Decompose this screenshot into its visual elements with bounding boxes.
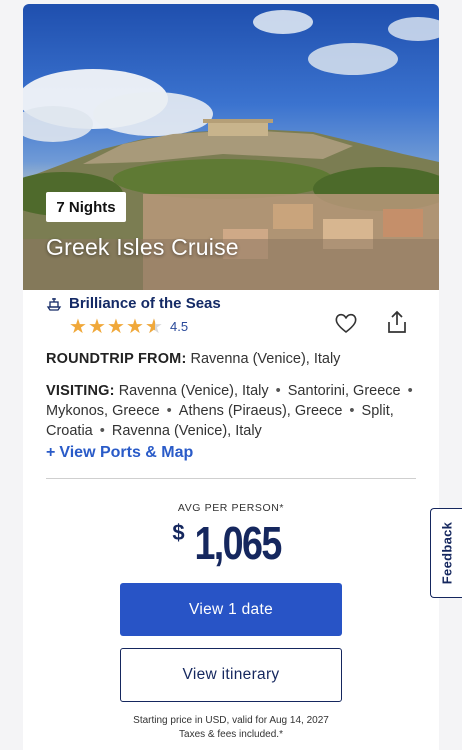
roundtrip-value: Ravenna (Venice), Italy	[190, 351, 341, 367]
ship-name[interactable]: Brilliance of the Seas	[69, 295, 221, 312]
disclaimer-line: Taxes & fees included.*	[179, 729, 283, 740]
plus-icon: +	[46, 444, 56, 461]
visiting-info: VISITING: Ravenna (Venice), Italy • Sant…	[46, 381, 426, 441]
rating-value: 4.5	[170, 318, 189, 334]
roundtrip-info: ROUNDTRIP FROM: Ravenna (Venice), Italy	[46, 351, 340, 367]
share-icon[interactable]	[385, 309, 409, 335]
heart-icon[interactable]	[333, 310, 359, 336]
half-star-icon: ★	[145, 316, 164, 336]
nights-badge: 7 Nights	[46, 192, 126, 222]
feedback-label: Feedback	[439, 521, 455, 585]
view-ports-label: View Ports & Map	[59, 444, 194, 461]
port: Athens (Piraeus), Greece	[178, 403, 343, 419]
visiting-label: VISITING:	[46, 383, 115, 399]
cruise-card: 7 Nights Greek Isles Cruise Brilliance o…	[23, 4, 439, 750]
separator-dot: •	[271, 383, 285, 399]
view-itinerary-button[interactable]: View itinerary	[120, 648, 342, 702]
star-icon: ★	[126, 314, 144, 338]
feedback-tab[interactable]: Feedback	[430, 508, 462, 598]
cruise-title[interactable]: Greek Isles Cruise	[46, 234, 239, 261]
separator-dot: •	[95, 423, 109, 439]
rating: ★ ★ ★ ★ ★ 4.5	[69, 316, 188, 336]
separator-dot: •	[403, 383, 413, 399]
view-ports-link[interactable]: + View Ports & Map	[46, 444, 193, 462]
star-icon: ★	[88, 314, 106, 338]
port: Mykonos, Greece	[46, 403, 160, 419]
price: $1,065	[23, 516, 439, 570]
star-icon: ★	[69, 314, 87, 338]
view-dates-button[interactable]: View 1 date	[120, 583, 342, 636]
port: Ravenna (Venice), Italy	[111, 423, 262, 439]
price-amount: 1,065	[194, 517, 282, 569]
rating-stars: ★ ★ ★ ★ ★	[69, 316, 164, 336]
price-disclaimer: Starting price in USD, valid for Aug 14,…	[23, 714, 439, 742]
port: Ravenna (Venice), Italy	[118, 383, 269, 399]
divider	[46, 478, 416, 479]
roundtrip-label: ROUNDTRIP FROM:	[46, 351, 187, 367]
hero-image[interactable]: 7 Nights Greek Isles Cruise	[23, 4, 439, 290]
port: Santorini, Greece	[287, 383, 401, 399]
ship-row: Brilliance of the Seas	[46, 295, 221, 312]
separator-dot: •	[345, 403, 359, 419]
price-currency: $	[172, 520, 185, 545]
separator-dot: •	[162, 403, 176, 419]
star-icon: ★	[107, 314, 125, 338]
disclaimer-line: Starting price in USD, valid for Aug 14,…	[133, 715, 329, 726]
ship-icon	[46, 297, 62, 311]
avg-price-label: AVG PER PERSON*	[177, 502, 285, 514]
